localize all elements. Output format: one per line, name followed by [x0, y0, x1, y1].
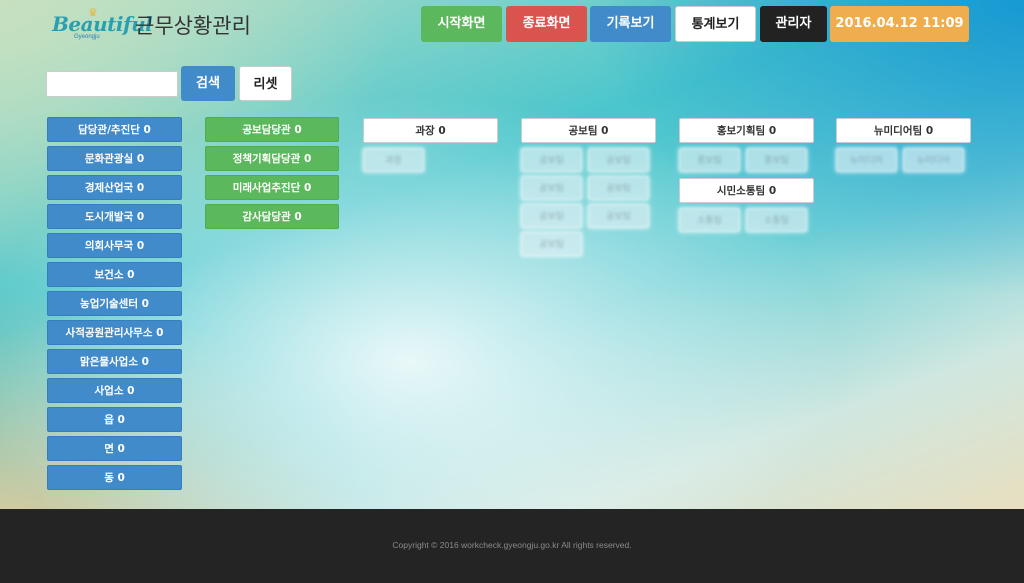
dept-button-business[interactable]: 사업소 0: [47, 378, 182, 403]
member-card[interactable]: 공보팀: [521, 176, 582, 200]
team-group-chief: 과장 0 과장: [363, 118, 498, 172]
page-title: 근무상황관리: [135, 14, 251, 38]
team-group-promo: 홍보기획팀 0 홍보팀 홍보팀: [679, 118, 814, 172]
datetime-display: 2016.04.12 11:09: [830, 6, 969, 42]
member-card[interactable]: 공보팀: [588, 204, 649, 228]
dept-button-council[interactable]: 의회사무국 0: [47, 233, 182, 258]
admin-button[interactable]: 관리자: [760, 6, 827, 42]
dept-button-urban[interactable]: 도시개발국 0: [47, 204, 182, 229]
dept-button-culture-tourism[interactable]: 문화관광실 0: [47, 146, 182, 171]
member-card[interactable]: 소통팀: [746, 208, 807, 232]
member-list: 뉴미디어 뉴미디어: [836, 148, 971, 172]
view-records-button[interactable]: 기록보기: [590, 6, 671, 42]
footer: Copyright © 2016 workcheck.gyeongju.go.k…: [0, 509, 1024, 583]
member-card[interactable]: 공보팀: [521, 232, 582, 256]
team-group-pr: 공보팀 0 공보팀 공보팀 공보팀 공보팀 공보팀 공보팀 공보팀: [521, 118, 656, 256]
team-group-media: 뉴미디어팀 0 뉴미디어 뉴미디어: [836, 118, 971, 172]
team-header[interactable]: 뉴미디어팀 0: [836, 118, 971, 143]
member-card[interactable]: 공보팀: [521, 148, 582, 172]
member-card[interactable]: 과장: [363, 148, 424, 172]
team-group-citizen: 시민소통팀 0 소통팀 소통팀: [679, 178, 814, 232]
department-list: 담당관/추진단 0 문화관광실 0 경제산업국 0 도시개발국 0 의회사무국 …: [47, 117, 182, 490]
member-card[interactable]: 공보팀: [521, 204, 582, 228]
end-screen-button[interactable]: 종료화면: [506, 6, 587, 42]
member-card[interactable]: 뉴미디어: [903, 148, 964, 172]
reset-button[interactable]: 리셋: [239, 66, 292, 101]
office-button-audit[interactable]: 감사담당관 0: [205, 204, 339, 229]
dept-button-health[interactable]: 보건소 0: [47, 262, 182, 287]
dept-button-dong[interactable]: 동 0: [47, 465, 182, 490]
logo[interactable]: Beautiful ♛ Gyeongju: [52, 6, 153, 42]
logo-subtext: Gyeongju: [74, 34, 100, 40]
team-header[interactable]: 과장 0: [363, 118, 498, 143]
team-header[interactable]: 공보팀 0: [521, 118, 656, 143]
search-input[interactable]: [46, 71, 178, 97]
dept-button-myeon[interactable]: 면 0: [47, 436, 182, 461]
member-card[interactable]: 홍보팀: [746, 148, 807, 172]
member-list: 홍보팀 홍보팀: [679, 148, 814, 172]
member-card[interactable]: 홍보팀: [679, 148, 740, 172]
copyright-text: Copyright © 2016 workcheck.gyeongju.go.k…: [392, 540, 632, 550]
office-button-policy[interactable]: 정책기획담당관 0: [205, 146, 339, 171]
main-area: Beautiful ♛ Gyeongju 근무상황관리 시작화면 종료화면 기록…: [0, 0, 1024, 509]
office-list: 공보담당관 0 정책기획담당관 0 미래사업추진단 0 감사담당관 0: [205, 117, 339, 229]
member-list: 소통팀 소통팀: [679, 208, 814, 232]
dept-button-water[interactable]: 맑은물사업소 0: [47, 349, 182, 374]
team-header[interactable]: 홍보기획팀 0: [679, 118, 814, 143]
start-screen-button[interactable]: 시작화면: [421, 6, 502, 42]
dept-button-agriculture[interactable]: 농업기술센터 0: [47, 291, 182, 316]
view-stats-button[interactable]: 통계보기: [675, 6, 756, 42]
member-list: 공보팀 공보팀 공보팀 공보팀 공보팀 공보팀 공보팀: [521, 148, 656, 256]
dept-button-economy[interactable]: 경제산업국 0: [47, 175, 182, 200]
crown-icon: ♛: [88, 6, 98, 19]
dept-button-eup[interactable]: 읍 0: [47, 407, 182, 432]
member-card[interactable]: 공보팀: [588, 148, 649, 172]
member-list: 과장: [363, 148, 498, 172]
office-button-future[interactable]: 미래사업추진단 0: [205, 175, 339, 200]
dept-button-office[interactable]: 담당관/추진단 0: [47, 117, 182, 142]
member-card[interactable]: 공보팀: [588, 176, 649, 200]
dept-button-historic-park[interactable]: 사적공원관리사무소 0: [47, 320, 182, 345]
office-button-pr[interactable]: 공보담당관 0: [205, 117, 339, 142]
member-card[interactable]: 뉴미디어: [836, 148, 897, 172]
search-button[interactable]: 검색: [181, 66, 235, 101]
member-card[interactable]: 소통팀: [679, 208, 740, 232]
team-header[interactable]: 시민소통팀 0: [679, 178, 814, 203]
